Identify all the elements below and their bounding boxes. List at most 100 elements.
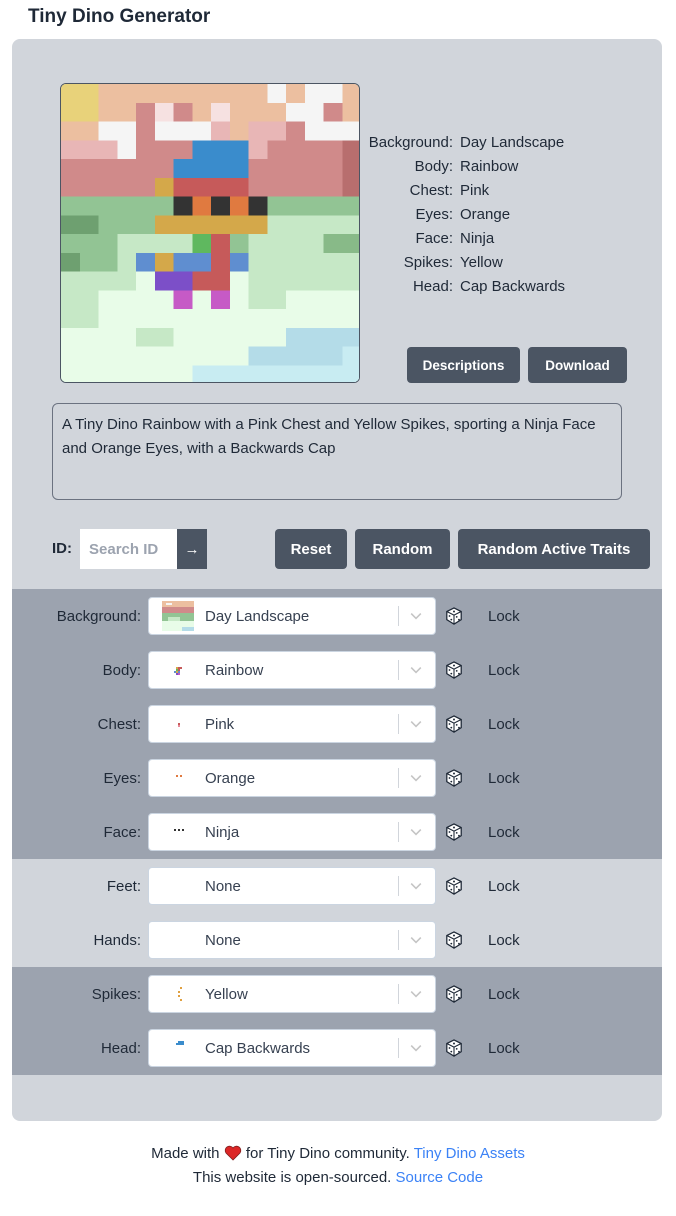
- footer-open-source-text: This website is open-sourced.: [192, 1169, 392, 1186]
- selected-value: Orange: [205, 769, 256, 787]
- dino-preview-image: [60, 83, 360, 383]
- trait-label: Background:: [56, 607, 141, 625]
- eyes-select[interactable]: Orange: [148, 759, 436, 797]
- no-feet-thumb-icon: [162, 871, 194, 901]
- trait-row-head: Head: Cap Backwards Lock: [12, 1021, 662, 1075]
- trait-row-face: Face: Ninja Lock: [12, 805, 662, 859]
- app-title: Tiny Dino Generator: [28, 6, 211, 27]
- search-id-input[interactable]: Search ID: [80, 529, 177, 569]
- trait-label: Chest:: [97, 715, 141, 733]
- cap-backwards-thumb-icon: [162, 1033, 194, 1063]
- trait-summary-list: Background: Day Landscape Body: Rainbow Ches…: [362, 131, 662, 299]
- dice-icon[interactable]: [445, 931, 463, 949]
- footer: Made with for Tiny Dino community. Tiny …: [0, 1142, 676, 1190]
- trait-summary-key: Body:: [414, 158, 453, 175]
- dice-icon[interactable]: [445, 1039, 463, 1057]
- lock-toggle[interactable]: Lock: [488, 913, 520, 967]
- trait-summary-line: Background: Day Landscape: [362, 131, 662, 155]
- head-select[interactable]: Cap Backwards: [148, 1029, 436, 1067]
- footer-made-with: Made with: [151, 1145, 220, 1162]
- chevron-down-icon[interactable]: [407, 932, 425, 948]
- lock-toggle[interactable]: Lock: [488, 751, 520, 805]
- dice-icon[interactable]: [445, 985, 463, 1003]
- lock-toggle[interactable]: Lock: [488, 697, 520, 751]
- trait-summary-line: Body: Rainbow: [362, 155, 662, 179]
- trait-label: Feet:: [106, 877, 141, 895]
- face-select[interactable]: Ninja: [148, 813, 436, 851]
- yellow-spikes-thumb-icon: [162, 979, 194, 1009]
- selected-value: Day Landscape: [205, 607, 310, 625]
- spikes-select[interactable]: Yellow: [148, 975, 436, 1013]
- selected-value: Pink: [205, 715, 235, 733]
- heart-icon: [224, 1145, 241, 1161]
- select-separator: [398, 930, 399, 950]
- random-active-traits-button[interactable]: Random Active Traits: [458, 529, 650, 569]
- trait-row-background: Background: Day Landscape Lock: [12, 589, 662, 643]
- hands-select[interactable]: None: [148, 921, 436, 959]
- lock-toggle[interactable]: Lock: [488, 643, 520, 697]
- generator-card: Background: Day Landscape Body: Rainbow Ches…: [12, 39, 662, 1121]
- dice-icon[interactable]: [445, 769, 463, 787]
- background-select[interactable]: Day Landscape: [148, 597, 436, 635]
- trait-summary-line: Chest: Pink: [362, 179, 662, 203]
- dice-icon[interactable]: [445, 661, 463, 679]
- chevron-down-icon[interactable]: [407, 662, 425, 678]
- trait-summary-value: Orange: [460, 206, 511, 223]
- trait-row-chest: Chest: Pink Lock: [12, 697, 662, 751]
- trait-summary-key: Chest:: [409, 182, 453, 199]
- tiny-dino-assets-link[interactable]: Tiny Dino Assets: [414, 1145, 525, 1162]
- trait-label: Eyes:: [103, 769, 141, 787]
- select-separator: [398, 714, 399, 734]
- random-button[interactable]: Random: [355, 529, 450, 569]
- select-separator: [398, 606, 399, 626]
- landscape-thumb-icon: [162, 601, 194, 631]
- dice-icon[interactable]: [445, 607, 463, 625]
- lock-toggle[interactable]: Lock: [488, 589, 520, 643]
- trait-label: Face:: [103, 823, 141, 841]
- selected-value: Cap Backwards: [205, 1039, 311, 1057]
- dice-icon[interactable]: [445, 823, 463, 841]
- chevron-down-icon[interactable]: [407, 716, 425, 732]
- select-separator: [398, 876, 399, 896]
- trait-summary-value: Rainbow: [460, 158, 519, 175]
- trait-summary-line: Spikes: Yellow: [362, 251, 662, 275]
- select-separator: [398, 822, 399, 842]
- lock-toggle[interactable]: Lock: [488, 1021, 520, 1075]
- chevron-down-icon[interactable]: [407, 608, 425, 624]
- trait-row-hands: Hands: None Lock: [12, 913, 662, 967]
- chevron-down-icon[interactable]: [407, 1040, 425, 1056]
- trait-label: Head:: [100, 1039, 141, 1057]
- feet-select[interactable]: None: [148, 867, 436, 905]
- chevron-down-icon[interactable]: [407, 986, 425, 1002]
- chevron-down-icon[interactable]: [407, 770, 425, 786]
- select-separator: [398, 660, 399, 680]
- select-separator: [398, 1038, 399, 1058]
- body-select[interactable]: Rainbow: [148, 651, 436, 689]
- trait-summary-key: Eyes:: [415, 206, 453, 223]
- trait-summary-value: Ninja: [460, 230, 495, 247]
- trait-row-feet: Feet: None Lock: [12, 859, 662, 913]
- trait-summary-line: Face: Ninja: [362, 227, 662, 251]
- dice-icon[interactable]: [445, 715, 463, 733]
- rainbow-body-thumb-icon: [162, 655, 194, 685]
- chest-select[interactable]: Pink: [148, 705, 436, 743]
- download-button[interactable]: Download: [528, 347, 627, 383]
- descriptions-button[interactable]: Descriptions: [407, 347, 520, 383]
- source-code-link[interactable]: Source Code: [396, 1169, 484, 1186]
- trait-summary-key: Head:: [412, 278, 453, 295]
- orange-eyes-thumb-icon: [162, 763, 194, 793]
- description-textarea[interactable]: A Tiny Dino Rainbow with a Pink Chest an…: [52, 403, 622, 500]
- search-go-button[interactable]: →: [177, 529, 207, 569]
- trait-row-eyes: Eyes: Orange Lock: [12, 751, 662, 805]
- reset-button[interactable]: Reset: [275, 529, 347, 569]
- dice-icon[interactable]: [445, 877, 463, 895]
- chevron-down-icon[interactable]: [407, 824, 425, 840]
- lock-toggle[interactable]: Lock: [488, 967, 520, 1021]
- trait-label: Spikes:: [91, 985, 141, 1003]
- trait-label: Hands:: [93, 931, 141, 949]
- chevron-down-icon[interactable]: [407, 878, 425, 894]
- lock-toggle[interactable]: Lock: [488, 859, 520, 913]
- trait-summary-value: Pink: [460, 182, 490, 199]
- trait-row-spikes: Spikes: Yellow Lock: [12, 967, 662, 1021]
- lock-toggle[interactable]: Lock: [488, 805, 520, 859]
